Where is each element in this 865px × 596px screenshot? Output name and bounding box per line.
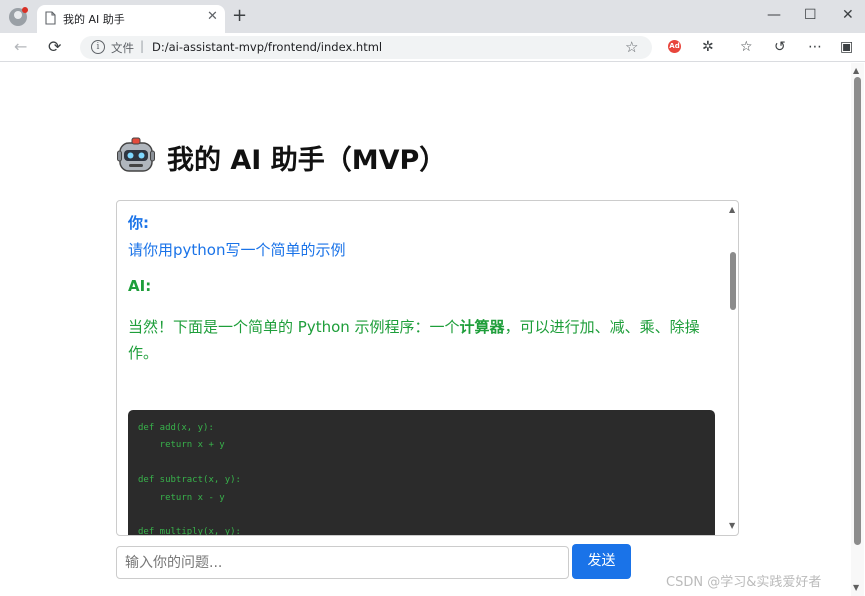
chat-scroll-thumb[interactable]: [730, 252, 736, 310]
scroll-up-icon[interactable]: ▲: [853, 66, 859, 75]
address-separator: |: [140, 39, 145, 53]
reload-button[interactable]: ⟳: [48, 37, 61, 57]
tab-close-icon[interactable]: ✕: [207, 10, 218, 24]
history-icon[interactable]: ↺: [774, 38, 786, 56]
watermark: CSDN @学习&实践爱好者: [666, 575, 822, 590]
minimize-button[interactable]: —: [767, 6, 781, 24]
send-button[interactable]: 发送: [572, 544, 631, 579]
page-scrollbar[interactable]: ▲ ▼: [851, 63, 864, 596]
info-icon[interactable]: i: [91, 40, 105, 54]
question-input-wrapper: [116, 546, 569, 579]
browser-tab-strip: 我的 AI 助手 ✕ + — ☐ ✕: [0, 0, 865, 33]
maximize-button[interactable]: ☐: [804, 6, 817, 24]
favorites-icon[interactable]: ☆: [740, 38, 753, 56]
browser-tab-active[interactable]: 我的 AI 助手 ✕: [37, 5, 225, 33]
chat-history[interactable]: 你: 请你用python写一个简单的示例 AI: 当然！下面是一个简单的 Pyt…: [116, 200, 739, 536]
ai-role-label: AI:: [128, 277, 152, 295]
tab-title: 我的 AI 助手: [63, 13, 125, 26]
close-window-button[interactable]: ✕: [842, 6, 854, 24]
extension-icon[interactable]: Ad: [668, 40, 681, 53]
ai-intro-text: 当然！下面是一个简单的 Python 示例程序：一个: [128, 318, 460, 336]
puzzle-icon[interactable]: ✲: [702, 38, 714, 56]
chat-scroll-up-icon[interactable]: ▲: [729, 205, 735, 214]
chat-scroll-down-icon[interactable]: ▼: [729, 521, 735, 530]
chat-scrollbar[interactable]: ▲ ▼: [727, 201, 738, 535]
document-icon: [45, 11, 56, 25]
scroll-down-icon[interactable]: ▼: [853, 583, 859, 592]
user-message: 请你用python写一个简单的示例: [128, 241, 346, 259]
address-bar[interactable]: i 文件 | D:/ai-assistant-mvp/frontend/inde…: [80, 36, 652, 59]
user-role-label: 你:: [128, 214, 149, 232]
address-url[interactable]: D:/ai-assistant-mvp/frontend/index.html: [152, 40, 382, 54]
profile-avatar-icon[interactable]: [9, 7, 28, 26]
code-block: def add(x, y): return x + y def subtract…: [128, 410, 715, 535]
page-title: 我的 AI 助手（MVP）: [167, 145, 447, 176]
star-icon[interactable]: ☆: [625, 38, 638, 56]
new-tab-button[interactable]: +: [232, 6, 247, 26]
address-scheme-label: 文件: [111, 41, 134, 55]
more-icon[interactable]: ⋯: [808, 38, 822, 56]
ai-message: 当然！下面是一个简单的 Python 示例程序：一个计算器，可以进行加、减、乘、…: [128, 314, 718, 366]
ai-intro-bold: 计算器: [459, 318, 505, 336]
sidebar-icon[interactable]: ▣: [840, 38, 853, 56]
browser-toolbar: ← ⟳ i 文件 | D:/ai-assistant-mvp/frontend/…: [0, 33, 865, 62]
profile-head: [14, 11, 22, 19]
back-button[interactable]: ←: [14, 37, 27, 57]
page-scroll-thumb[interactable]: [854, 77, 861, 545]
question-input[interactable]: [117, 547, 568, 578]
robot-icon: [117, 137, 155, 172]
